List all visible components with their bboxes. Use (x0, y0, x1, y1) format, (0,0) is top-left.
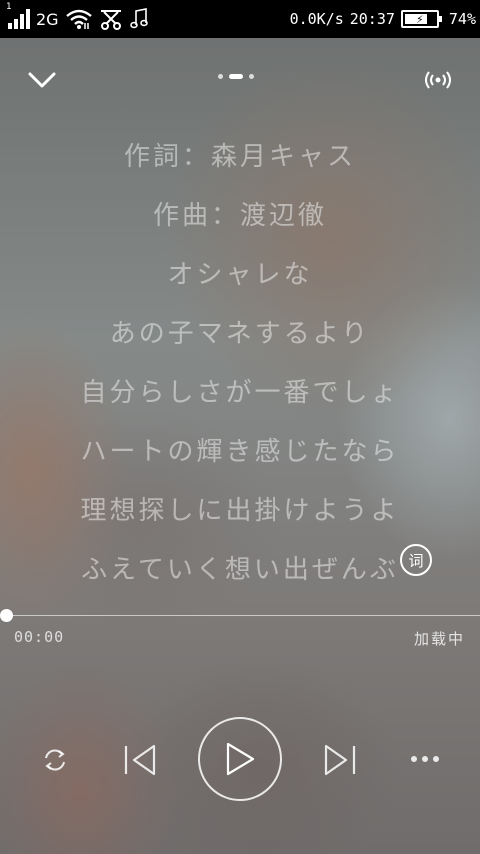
lyric-line: あの子マネするより (109, 319, 371, 349)
lyric-line: 自分らしさが一番でしょ (80, 378, 400, 408)
sim-slot-label: 1 (6, 2, 12, 12)
lyric-line: オシャレな (167, 260, 313, 290)
status-bar: 1 2G 0.0K/s 20:37 ⚡ 74% (0, 0, 480, 38)
clock-label: 20:37 (349, 10, 395, 28)
page-dot (249, 74, 254, 79)
lyric-line: 作曲：渡辺徹 (152, 201, 327, 231)
lyric-line: 理想探しに出掛けようよ (80, 496, 400, 526)
broadcast-icon[interactable] (424, 68, 452, 92)
battery-percent-label: 74% (448, 10, 476, 28)
repeat-icon[interactable] (38, 743, 72, 777)
page-dot (218, 74, 223, 79)
playback-controls (0, 715, 480, 805)
collapse-chevron-icon[interactable] (26, 66, 58, 94)
previous-icon[interactable] (120, 741, 160, 779)
network-type-label: 2G (36, 9, 59, 29)
scissors-icon (100, 10, 121, 30)
wifi-icon (65, 9, 92, 29)
lyric-toggle-button[interactable]: 词 (400, 544, 432, 576)
page-indicator (218, 74, 254, 79)
play-button[interactable] (198, 717, 282, 801)
current-time-label: 00:00 (14, 628, 65, 646)
progress-knob[interactable] (0, 609, 13, 622)
lyric-line: 作詞：森月キャス (123, 142, 356, 172)
loading-status-label: 加载中 (413, 630, 465, 648)
signal-icon (8, 9, 30, 29)
lyric-line: ふえていく想い出ぜんぶ (81, 555, 399, 585)
next-icon[interactable] (320, 741, 360, 779)
page-dot-active (229, 74, 243, 79)
lyrics-panel[interactable]: 作詞：森月キャス 作曲：渡辺徹 オシャレな あの子マネするより 自分らしさが一番… (0, 130, 480, 602)
music-note-icon (129, 8, 148, 29)
progress-track[interactable] (7, 615, 480, 616)
more-icon[interactable] (406, 747, 444, 771)
play-icon (226, 742, 255, 776)
battery-charging-icon: ⚡ (400, 10, 442, 28)
network-speed-label: 0.0K/s (289, 10, 344, 28)
lyric-line: ハートの輝き感じたなら (80, 437, 400, 467)
